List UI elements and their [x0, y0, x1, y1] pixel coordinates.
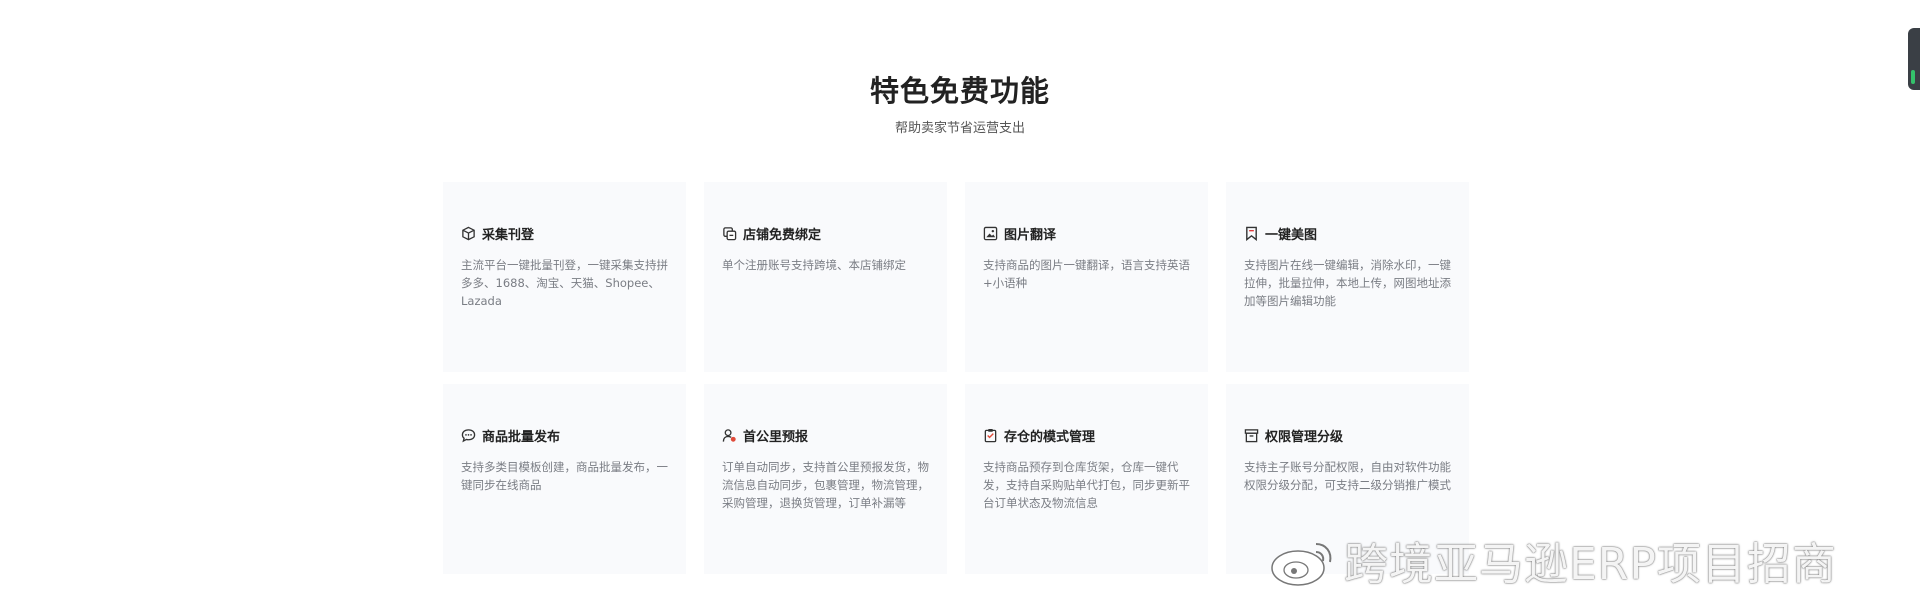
feature-card-title: 首公里预报: [722, 426, 929, 445]
package-icon: [461, 226, 476, 241]
feature-card-title-text: 采集刊登: [482, 228, 535, 243]
watermark-text: 跨境亚马逊ERP项目招商: [1344, 539, 1837, 590]
feature-card-batch-publish[interactable]: 商品批量发布 支持多类目模板创建，商品批量发布，一键同步在线商品: [443, 384, 686, 574]
user-location-icon: [722, 428, 737, 443]
feature-card-warehouse-mode[interactable]: 存仓的模式管理 支持商品预存到仓库货架，仓库一键代发，支持自采购贴单代打包，同步…: [965, 384, 1208, 574]
feature-card-desc: 支持多类目模板创建，商品批量发布，一键同步在线商品: [461, 460, 668, 492]
feature-card-title: 权限管理分级: [1244, 426, 1451, 445]
feature-card-title-text: 存仓的模式管理: [1004, 430, 1096, 445]
feature-card-desc: 支持商品的图片一键翻译，语言支持英语+小语种: [983, 258, 1190, 290]
feature-card-store-binding[interactable]: 店铺免费绑定 单个注册账号支持跨境、本店铺绑定: [704, 182, 947, 372]
weibo-logo-icon: [1268, 530, 1338, 590]
feature-card-title-text: 店铺免费绑定: [743, 228, 822, 243]
feature-card-desc: 支持图片在线一键编辑，消除水印，一键拉伸，批量拉伸，本地上传，网图地址添加等图片…: [1244, 258, 1451, 308]
feature-card-collect-list[interactable]: 采集刊登 主流平台一键批量刊登，一键采集支持拼多多、1688、淘宝、天猫、Sho…: [443, 182, 686, 372]
feature-grid: 采集刊登 主流平台一键批量刊登，一键采集支持拼多多、1688、淘宝、天猫、Sho…: [443, 182, 1470, 574]
feature-card-image-translate[interactable]: 图片翻译 支持商品的图片一键翻译，语言支持英语+小语种: [965, 182, 1208, 372]
feature-card-desc: 单个注册账号支持跨境、本店铺绑定: [722, 258, 906, 272]
feature-card-title-text: 一键美图: [1265, 228, 1318, 243]
feature-card-title-text: 图片翻译: [1004, 228, 1057, 243]
feature-card-desc: 订单自动同步，支持首公里预报发货，物流信息自动同步，包裹管理，物流管理，采购管理…: [722, 460, 929, 510]
feature-section: 特色免费功能 帮助卖家节省运营支出 采集刊登 主流平台一键批量刊登，一键采集支持…: [0, 0, 1920, 607]
bookmark-icon: [1244, 226, 1259, 241]
feature-card-title: 存仓的模式管理: [983, 426, 1190, 445]
section-title: 特色免费功能: [869, 74, 1050, 108]
chat-bubble-icon: [461, 428, 476, 443]
feature-card-title: 图片翻译: [983, 224, 1190, 243]
side-tab-indicator: [1911, 70, 1915, 84]
feature-card-one-click-beautify[interactable]: 一键美图 支持图片在线一键编辑，消除水印，一键拉伸，批量拉伸，本地上传，网图地址…: [1226, 182, 1469, 372]
feature-card-title: 一键美图: [1244, 224, 1451, 243]
side-float-tab[interactable]: [1908, 28, 1920, 90]
feature-card-title-text: 权限管理分级: [1265, 430, 1344, 445]
feature-card-desc: 主流平台一键批量刊登，一键采集支持拼多多、1688、淘宝、天猫、Shopee、L…: [461, 258, 668, 308]
image-icon: [983, 226, 998, 241]
watermark: 跨境亚马逊ERP项目招商: [1268, 530, 1837, 590]
feature-card-title-text: 商品批量发布: [482, 430, 561, 445]
feature-card-title: 店铺免费绑定: [722, 224, 929, 243]
archive-icon: [1244, 428, 1259, 443]
feature-card-first-mile[interactable]: 首公里预报 订单自动同步，支持首公里预报发货，物流信息自动同步，包裹管理，物流管…: [704, 384, 947, 574]
clipboard-icon: [983, 428, 998, 443]
feature-card-desc: 支持商品预存到仓库货架，仓库一键代发，支持自采购贴单代打包，同步更新平台订单状态…: [983, 460, 1190, 510]
section-subtitle: 帮助卖家节省运营支出: [894, 121, 1025, 136]
feature-card-desc: 支持主子账号分配权限，自由对软件功能权限分级分配，可支持二级分销推广模式: [1244, 460, 1451, 492]
feature-card-title: 商品批量发布: [461, 426, 668, 445]
feature-card-title-text: 首公里预报: [743, 430, 809, 445]
store-link-icon: [722, 226, 737, 241]
feature-card-title: 采集刊登: [461, 224, 668, 243]
